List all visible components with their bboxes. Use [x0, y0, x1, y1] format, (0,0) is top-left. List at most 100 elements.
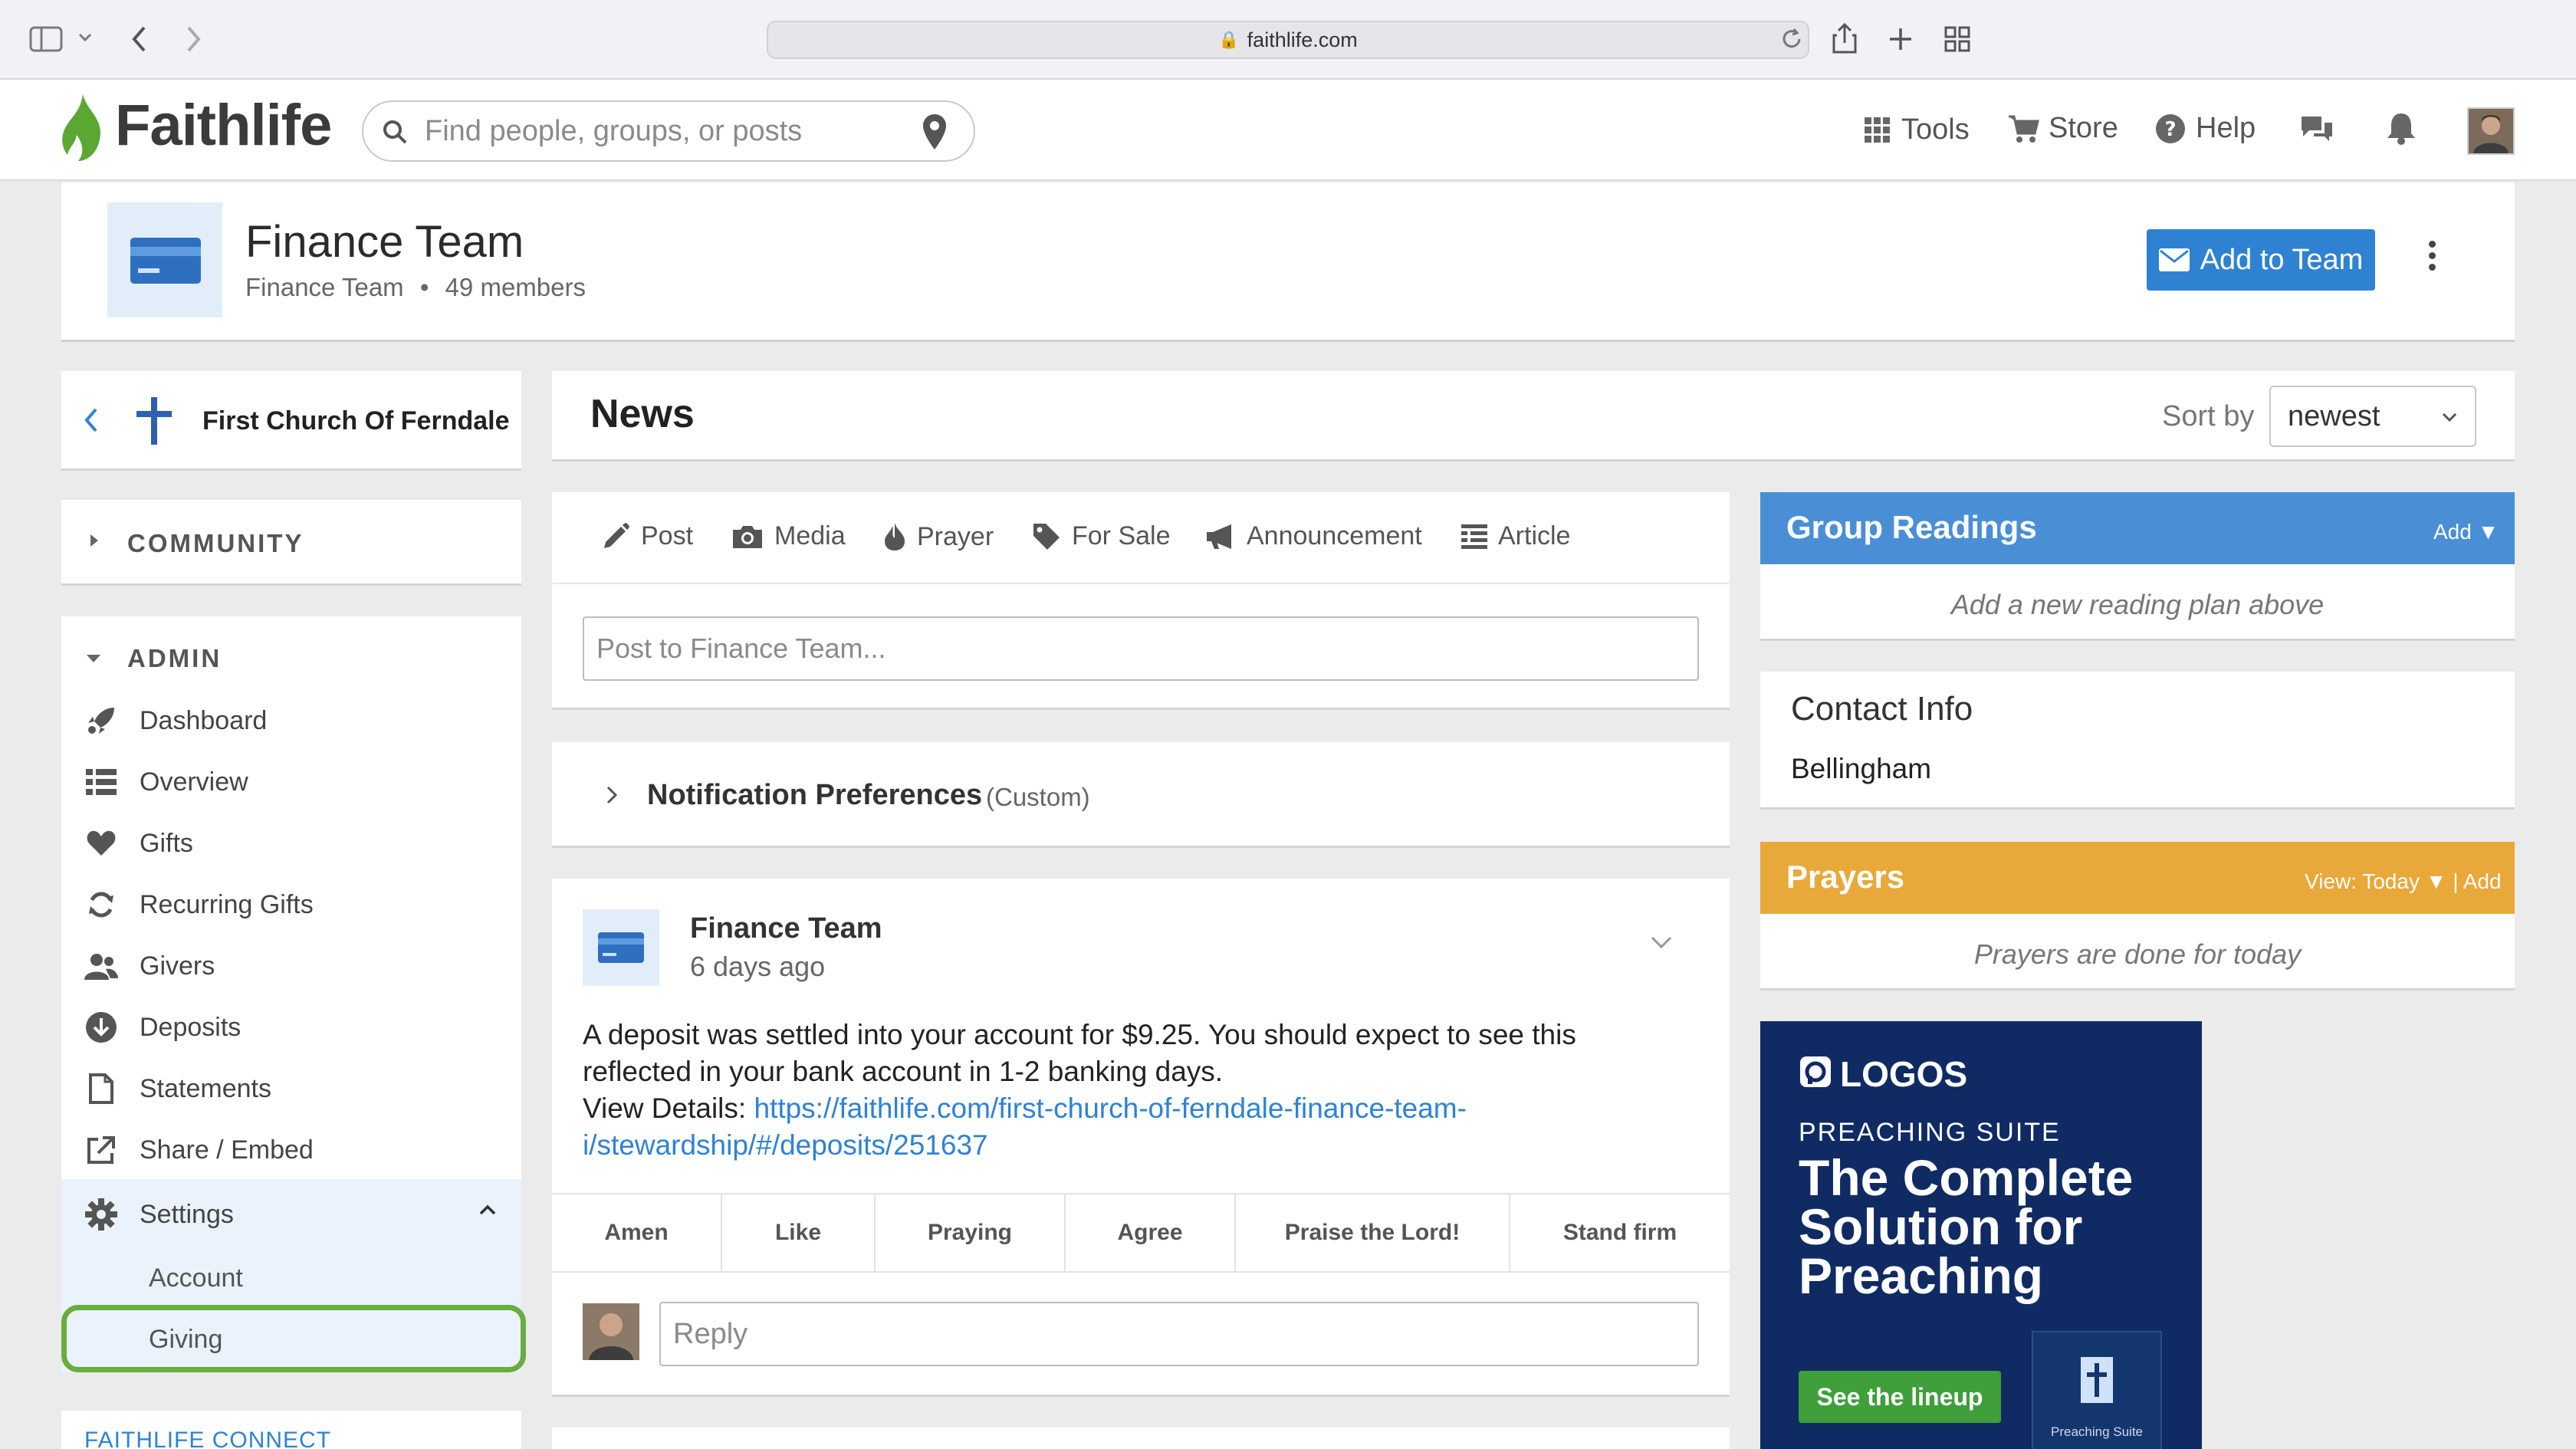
- sort-select[interactable]: newest: [2269, 386, 2476, 447]
- post-type-label: Post: [641, 521, 694, 550]
- post-author[interactable]: Finance Team: [690, 912, 882, 945]
- search-icon: [382, 119, 408, 145]
- sidebar-item-label: Statements: [140, 1073, 271, 1103]
- flame-icon: [883, 521, 906, 552]
- composer-divider: [552, 583, 1730, 584]
- reaction-like[interactable]: Like: [722, 1194, 876, 1271]
- sidebar-item-dashboard[interactable]: Dashboard: [84, 698, 267, 744]
- next-post: [552, 1428, 1730, 1449]
- reaction-agree[interactable]: Agree: [1066, 1194, 1236, 1271]
- credit-card-icon: [130, 238, 201, 284]
- faithlife-flame-icon[interactable]: [58, 90, 107, 164]
- post-details: View Details: https://faithlife.com/firs…: [583, 1090, 1671, 1164]
- sidebar-item-label: Dashboard: [140, 705, 268, 735]
- list-icon: [84, 765, 118, 799]
- heart-icon: [84, 826, 118, 860]
- gear-icon: [84, 1198, 118, 1231]
- prayers-view-controls[interactable]: View: Today ▼ | Add: [2305, 869, 2502, 894]
- post-type-post[interactable]: Post: [601, 521, 693, 551]
- sidebar-item-recurring-gifts[interactable]: Recurring Gifts: [84, 882, 314, 928]
- post-type-label: Announcement: [1247, 521, 1422, 550]
- cross-icon: [133, 396, 175, 446]
- group-title: Finance Team: [245, 217, 524, 267]
- sidebar-toggle-icon[interactable]: [29, 26, 64, 52]
- post-type-article[interactable]: Article: [1461, 521, 1570, 551]
- reaction-stand-firm[interactable]: Stand firm: [1510, 1194, 1730, 1271]
- store-link[interactable]: Store: [2007, 112, 2118, 145]
- messages-icon[interactable]: [2298, 113, 2335, 144]
- help-link[interactable]: ? Help: [2154, 112, 2256, 145]
- contact-city: Bellingham: [1791, 753, 1932, 784]
- post-type-prayer[interactable]: Prayer: [883, 521, 994, 552]
- post-input[interactable]: [583, 616, 1699, 681]
- community-heading[interactable]: COMMUNITY: [127, 529, 304, 558]
- reaction-praying[interactable]: Praying: [876, 1194, 1066, 1271]
- new-tab-icon[interactable]: [1888, 26, 1914, 52]
- notifications-bell-icon[interactable]: [2384, 110, 2418, 146]
- search-box[interactable]: [362, 100, 975, 162]
- share-icon[interactable]: [1831, 21, 1858, 55]
- back-chevron-icon[interactable]: [83, 406, 100, 434]
- tools-menu[interactable]: Tools: [1863, 113, 1970, 146]
- sidebar-item-gifts[interactable]: Gifts: [84, 820, 193, 866]
- cart-icon: [2007, 113, 2039, 144]
- chevron-up-icon[interactable]: [478, 1204, 497, 1216]
- group-subtitle: Finance Team • 49 members: [245, 273, 586, 302]
- ad-cta-button[interactable]: See the lineup: [1799, 1371, 2001, 1423]
- post-type-for-sale[interactable]: For Sale: [1032, 521, 1171, 551]
- store-label: Store: [2049, 112, 2118, 144]
- sidebar-subitem-account[interactable]: Account: [149, 1263, 243, 1293]
- group-readings-title: Group Readings: [1786, 509, 2037, 545]
- faithlife-logo[interactable]: Faithlife: [115, 92, 332, 159]
- add-to-team-button[interactable]: Add to Team: [2147, 229, 2375, 291]
- user-avatar[interactable]: [2467, 107, 2515, 155]
- address-bar[interactable]: 🔒 faithlife.com: [767, 21, 1809, 59]
- help-label: Help: [2196, 112, 2256, 144]
- sidebar-item-label: Deposits: [140, 1012, 242, 1042]
- ad-kicker: PREACHING SUITE: [1799, 1118, 2061, 1147]
- reaction-amen[interactable]: Amen: [552, 1194, 722, 1271]
- more-options-icon[interactable]: [2423, 238, 2441, 284]
- credit-card-icon: [598, 932, 644, 963]
- tab-overview-icon[interactable]: [1944, 26, 1970, 52]
- forward-icon[interactable]: [184, 25, 202, 54]
- sidebar-item-overview[interactable]: Overview: [84, 759, 248, 805]
- pencil-icon: [601, 522, 630, 551]
- ad-headline: The Complete Solution for Preaching: [1799, 1149, 2134, 1304]
- readings-add-dropdown[interactable]: Add ▼: [2433, 520, 2499, 544]
- sidebar-item-statements[interactable]: Statements: [84, 1066, 271, 1112]
- post-type-media[interactable]: Media: [731, 521, 846, 551]
- location-pin-icon[interactable]: [922, 113, 948, 151]
- sort-value: newest: [2288, 399, 2380, 432]
- caret-down-icon[interactable]: [86, 653, 101, 664]
- sidebar-item-settings[interactable]: Settings: [84, 1191, 234, 1237]
- rocket-icon: [84, 704, 118, 738]
- admin-heading[interactable]: ADMIN: [127, 644, 222, 673]
- reload-icon[interactable]: [1780, 28, 1803, 51]
- grid-icon: [1863, 116, 1892, 145]
- search-input[interactable]: [425, 113, 885, 150]
- group-avatar: [107, 202, 222, 317]
- reaction-praise[interactable]: Praise the Lord!: [1236, 1194, 1510, 1271]
- faithlife-connect-link[interactable]: FAITHLIFE CONNECT: [84, 1428, 331, 1449]
- notification-preferences-title[interactable]: Notification Preferences: [647, 779, 982, 812]
- post-timestamp[interactable]: 6 days ago: [690, 951, 825, 983]
- sidebar-item-label: Recurring Gifts: [140, 889, 314, 919]
- church-name[interactable]: First Church Of Ferndale: [202, 406, 510, 436]
- chevron-right-icon[interactable]: [606, 785, 618, 805]
- post-text: A deposit was settled into your account …: [583, 1019, 1576, 1087]
- post-author-avatar[interactable]: [583, 909, 659, 986]
- sidebar-item-share-embed[interactable]: Share / Embed: [84, 1127, 314, 1173]
- member-count[interactable]: 49 members: [445, 273, 586, 301]
- back-icon[interactable]: [130, 25, 149, 54]
- chevron-down-icon[interactable]: [78, 32, 92, 43]
- details-label: View Details:: [583, 1092, 747, 1124]
- caret-right-icon[interactable]: [89, 534, 100, 547]
- sidebar-item-deposits[interactable]: Deposits: [84, 1004, 241, 1050]
- post-type-announcement[interactable]: Announcement: [1205, 521, 1422, 551]
- sidebar-item-givers[interactable]: Givers: [84, 943, 215, 989]
- sort-by-label: Sort by: [2162, 400, 2255, 432]
- browser-toolbar: 🔒 faithlife.com: [0, 0, 2576, 80]
- chevron-down-icon[interactable]: [1650, 935, 1673, 949]
- reply-input[interactable]: [659, 1302, 1699, 1366]
